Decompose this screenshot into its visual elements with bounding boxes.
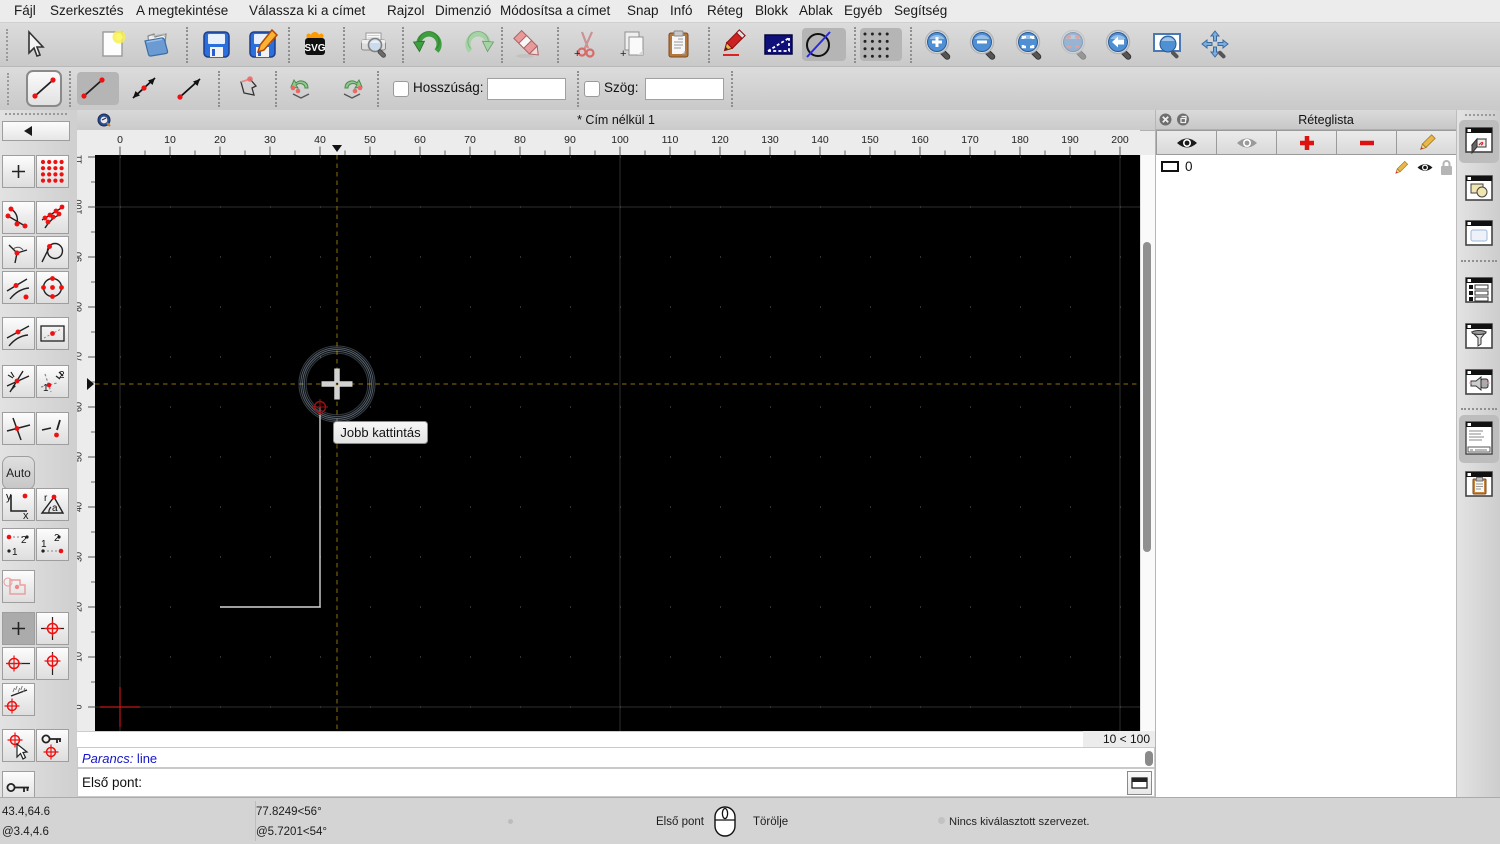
svg-text:2: 2 bbox=[59, 370, 65, 381]
svg-text:20: 20 bbox=[214, 134, 226, 146]
svg-text:1: 1 bbox=[41, 539, 47, 550]
svg-text:80: 80 bbox=[77, 302, 84, 312]
svg-text:20: 20 bbox=[77, 602, 84, 612]
svg-text:90: 90 bbox=[77, 252, 84, 262]
svg-text:190: 190 bbox=[1061, 134, 1079, 146]
svg-text:200: 200 bbox=[1111, 134, 1129, 146]
svg-text:110: 110 bbox=[662, 134, 679, 146]
svg-text:2: 2 bbox=[54, 533, 60, 544]
svg-text:100: 100 bbox=[77, 199, 84, 214]
svg-text:r: r bbox=[44, 493, 48, 504]
svg-text:0: 0 bbox=[117, 134, 123, 146]
svg-text:30: 30 bbox=[264, 134, 276, 146]
svg-text:50: 50 bbox=[364, 134, 376, 146]
svg-text:SVG: SVG bbox=[304, 43, 325, 54]
svg-text:140: 140 bbox=[811, 134, 829, 146]
svg-text:160: 160 bbox=[911, 134, 929, 146]
svg-text:0: 0 bbox=[77, 704, 84, 709]
svg-text:x: x bbox=[23, 510, 29, 520]
svg-text:50: 50 bbox=[77, 452, 84, 462]
svg-text:2: 2 bbox=[21, 535, 27, 546]
svg-text:1: 1 bbox=[12, 547, 18, 558]
svg-text:150: 150 bbox=[861, 134, 879, 146]
svg-text:30: 30 bbox=[77, 552, 84, 562]
svg-text:10: 10 bbox=[77, 652, 84, 662]
svg-text:90: 90 bbox=[564, 134, 576, 146]
svg-text:180: 180 bbox=[1011, 134, 1029, 146]
svg-text:80: 80 bbox=[514, 134, 526, 146]
svg-text:+: + bbox=[574, 48, 580, 60]
svg-text:70: 70 bbox=[77, 352, 84, 362]
svg-text:60: 60 bbox=[414, 134, 426, 146]
svg-text:170: 170 bbox=[961, 134, 979, 146]
svg-text:y: y bbox=[6, 491, 12, 503]
svg-text:60: 60 bbox=[77, 402, 84, 412]
svg-text:40: 40 bbox=[77, 502, 84, 512]
svg-text:100: 100 bbox=[611, 134, 629, 146]
svg-text:a: a bbox=[52, 503, 58, 514]
svg-text:70: 70 bbox=[464, 134, 476, 146]
svg-text:130: 130 bbox=[761, 134, 779, 146]
svg-text:40: 40 bbox=[314, 134, 326, 146]
svg-text:120: 120 bbox=[711, 134, 729, 146]
svg-text:110: 110 bbox=[77, 155, 84, 164]
svg-text:10: 10 bbox=[164, 134, 176, 146]
svg-text:+: + bbox=[620, 48, 626, 60]
